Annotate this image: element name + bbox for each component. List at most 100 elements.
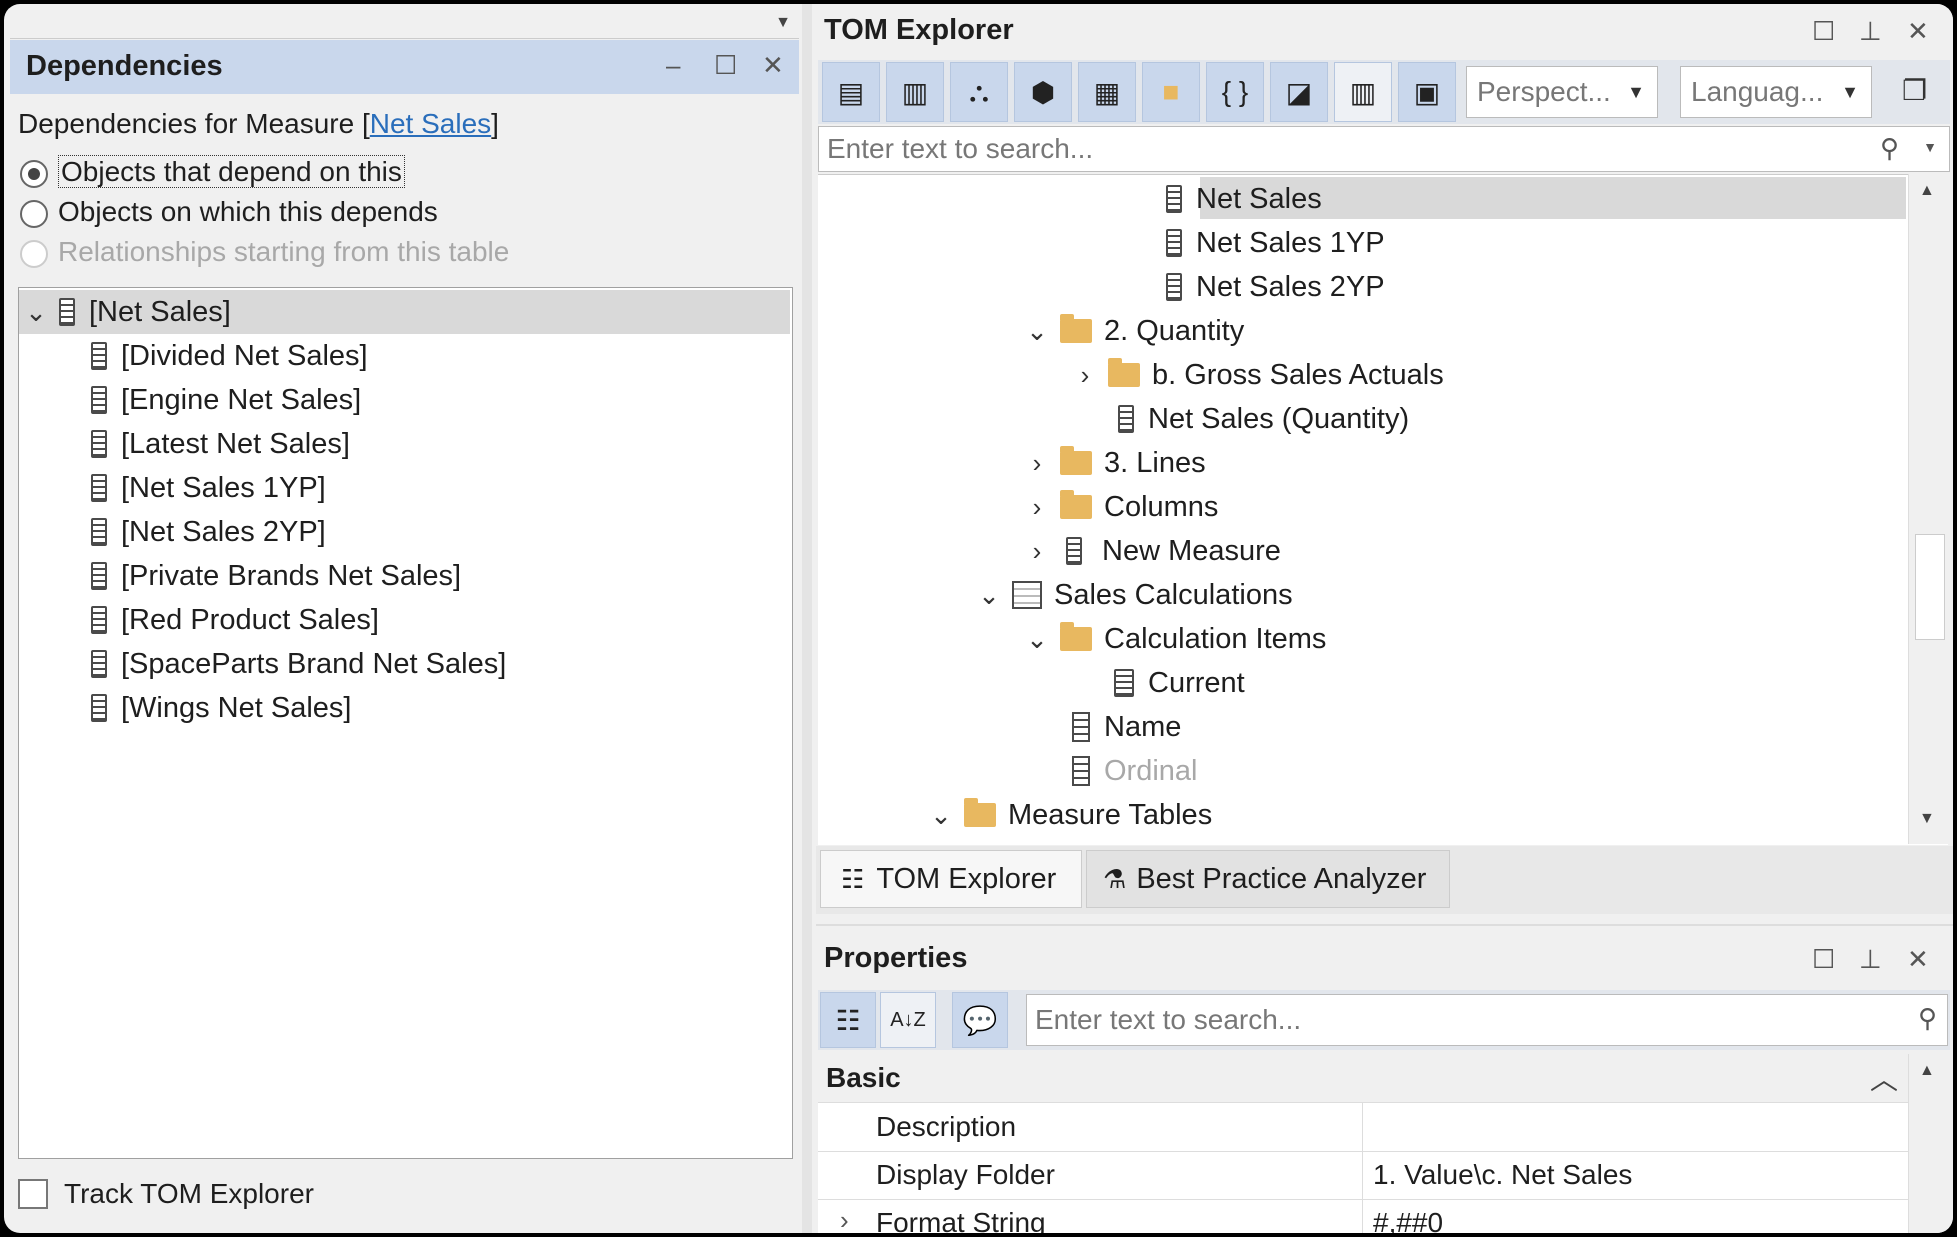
maximize-icon[interactable]: ☐ (714, 50, 737, 80)
show-measures-button[interactable]: ▤ (822, 62, 880, 122)
show-hierarchies-button[interactable]: ⛬ (950, 62, 1008, 122)
tree-item[interactable]: [Private Brands Net Sales] (91, 554, 461, 598)
radio-this-depends-on[interactable]: Objects on which this depends (20, 196, 438, 228)
property-row[interactable]: › Format String #,##0 (818, 1199, 1908, 1233)
category-basic[interactable]: Basic ︿ (818, 1054, 1908, 1103)
chevron-right-icon[interactable]: › (840, 1205, 849, 1233)
chevron-right-icon[interactable]: › (1022, 536, 1052, 567)
collapse-icon[interactable]: ︿ (1870, 1058, 1898, 1098)
tom-scrollbar[interactable]: ▲ ▼ (1908, 174, 1949, 844)
chevron-down-icon[interactable]: ⌄ (926, 800, 956, 831)
perspective-dropdown[interactable]: Perspect... ▼ (1466, 66, 1658, 118)
tree-item[interactable]: [Latest Net Sales] (91, 422, 350, 466)
tree-item[interactable]: [SpaceParts Brand Net Sales] (91, 642, 506, 686)
property-grid[interactable]: Description Display Folder 1. Value\c. N… (818, 1103, 1908, 1233)
show-columns-button[interactable]: ▥ (886, 62, 944, 122)
tom-tree-item[interactable]: Name (1072, 705, 1181, 749)
radio-icon[interactable] (20, 199, 48, 228)
property-value[interactable]: #,##0 (1373, 1207, 1443, 1233)
pin-icon[interactable]: ⊥ (1859, 16, 1882, 46)
tree-item-label: [Net Sales 1YP] (121, 471, 326, 504)
scroll-up-icon[interactable]: ▲ (1919, 182, 1935, 200)
tom-search-input[interactable]: Enter text to search... ⚲ ▼ (818, 126, 1950, 172)
chevron-right-icon[interactable]: › (1022, 492, 1052, 523)
property-value[interactable]: 1. Value\c. Net Sales (1373, 1159, 1632, 1191)
calendar-icon: ▦ (1093, 76, 1121, 108)
language-dropdown[interactable]: Languag... ▼ (1680, 66, 1872, 118)
calculator-icon (91, 650, 107, 678)
tree-root-row[interactable]: ⌄ [Net Sales] (19, 290, 790, 334)
categorized-button[interactable]: ☷ (820, 992, 876, 1048)
dependencies-tree[interactable]: ⌄ [Net Sales] [Divided Net Sales] [Engin… (18, 287, 793, 1159)
tom-tree-item[interactable]: Net Sales (1166, 177, 1322, 221)
tree-item[interactable]: [Red Product Sales] (91, 598, 379, 642)
splitter[interactable] (802, 4, 812, 1233)
scroll-up-icon[interactable]: ▲ (1919, 1062, 1935, 1080)
tom-tree-item[interactable]: › Columns (1022, 485, 1218, 529)
show-display-folders-button[interactable]: ▣ (1398, 62, 1456, 122)
tree-item[interactable]: [Engine Net Sales] (91, 378, 361, 422)
maximize-icon[interactable]: ☐ (1812, 16, 1835, 46)
radio-depend-on-this[interactable]: Objects that depend on this (20, 155, 405, 188)
tom-tree-item[interactable]: › b. Gross Sales Actuals (1070, 353, 1444, 397)
scroll-down-icon[interactable]: ▼ (1919, 810, 1935, 828)
tree-item[interactable]: [Net Sales 2YP] (91, 510, 326, 554)
dropdown-arrow-icon[interactable]: ▼ (775, 14, 791, 32)
tom-tree-item[interactable]: Ordinal (1072, 749, 1198, 793)
show-date-tables-button[interactable]: ▦ (1078, 62, 1136, 122)
dependencies-caption: Dependencies for Measure [Net Sales] (18, 108, 499, 139)
tree-item[interactable]: [Wings Net Sales] (91, 686, 351, 730)
chevron-right-icon[interactable]: › (1070, 360, 1100, 391)
tom-tree-item[interactable]: ⌄ Measure Tables (926, 793, 1212, 837)
search-icon[interactable]: ⚲ (1918, 1003, 1937, 1034)
tab-tom-explorer[interactable]: ☷ TOM Explorer (820, 850, 1082, 908)
tom-tree-item[interactable]: › 3. Lines (1022, 441, 1206, 485)
tree-item[interactable]: [Net Sales 1YP] (91, 466, 326, 510)
alphabetical-button[interactable]: A↓Z (880, 992, 936, 1048)
search-icon[interactable]: ⚲ (1880, 133, 1899, 164)
tom-tree-label: Measure Tables (1008, 798, 1213, 831)
property-row[interactable]: Display Folder 1. Value\c. Net Sales (818, 1151, 1908, 1200)
tom-tree-item[interactable]: Net Sales (Quantity) (1118, 397, 1409, 441)
show-partitions-button[interactable]: ⬢ (1014, 62, 1072, 122)
show-hidden-button[interactable]: ◪ (1270, 62, 1328, 122)
show-expressions-button[interactable]: { } (1206, 62, 1264, 122)
tom-tree-label: Ordinal (1104, 754, 1198, 787)
restore-icon[interactable]: ❐ (1902, 74, 1927, 107)
tom-tree-item[interactable]: ⌄ Sales Calculations (974, 573, 1292, 617)
properties-scrollbar[interactable]: ▲ (1908, 1054, 1949, 1233)
tree-item[interactable]: [Divided Net Sales] (91, 334, 368, 378)
tom-tree-item[interactable]: Net Sales 1YP (1166, 221, 1385, 265)
chevron-down-icon[interactable]: ⌄ (21, 297, 51, 328)
measure-link[interactable]: Net Sales (370, 108, 491, 139)
search-options-arrow-icon[interactable]: ▼ (1923, 139, 1937, 155)
close-icon[interactable]: ✕ (1907, 944, 1929, 974)
property-pages-button[interactable]: 💬 (952, 992, 1008, 1048)
track-checkbox[interactable] (18, 1179, 48, 1209)
minimize-icon[interactable]: – (666, 50, 680, 80)
close-icon[interactable]: ✕ (1907, 16, 1929, 46)
maximize-icon[interactable]: ☐ (1812, 944, 1835, 974)
close-icon[interactable]: ✕ (762, 50, 784, 80)
property-row[interactable]: Description (818, 1103, 1908, 1152)
chevron-down-icon[interactable]: ⌄ (1022, 316, 1052, 347)
tom-tree-item[interactable]: ⌄ Calculation Items (1022, 617, 1326, 661)
folder-icon (1108, 358, 1140, 387)
chevron-down-icon[interactable]: ⌄ (1022, 624, 1052, 655)
pin-icon[interactable]: ⊥ (1859, 944, 1882, 974)
track-tom-checkbox-row[interactable]: Track TOM Explorer (18, 1178, 314, 1210)
tab-best-practice-analyzer[interactable]: ⚗ Best Practice Analyzer (1086, 850, 1450, 908)
tom-tree-item[interactable]: ⌄ 2. Quantity (1022, 309, 1244, 353)
calculator-icon (91, 430, 107, 458)
show-folders-button[interactable]: ■ (1142, 62, 1200, 122)
properties-search-input[interactable]: Enter text to search... ⚲ (1026, 994, 1948, 1046)
chevron-down-icon[interactable]: ⌄ (974, 580, 1004, 611)
radio-icon[interactable] (20, 159, 48, 188)
scroll-thumb[interactable] (1915, 534, 1945, 640)
chevron-right-icon[interactable]: › (1022, 448, 1052, 479)
tom-tree-item[interactable]: Current (1114, 661, 1245, 705)
tom-tree-item[interactable]: › New Measure (1022, 529, 1281, 573)
show-all-columns-button[interactable]: ▥ (1334, 62, 1392, 122)
tom-tree[interactable]: Net Sales Net Sales 1YP Net Sales 2YP ⌄ 2… (818, 174, 1948, 845)
tom-tree-item[interactable]: Net Sales 2YP (1166, 265, 1385, 309)
